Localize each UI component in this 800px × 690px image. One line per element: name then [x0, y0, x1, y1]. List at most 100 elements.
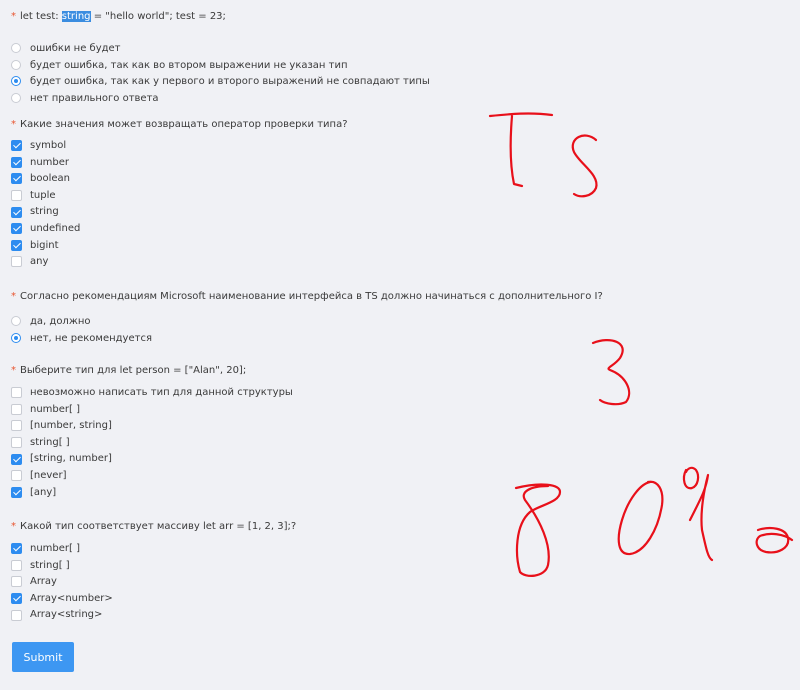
required-star: *: [11, 119, 16, 130]
option-label: да, должно: [30, 316, 91, 327]
checkbox-checked[interactable]: [11, 140, 22, 152]
checkbox[interactable]: [11, 190, 22, 202]
question-text: Какой тип соответствует массиву let arr …: [20, 521, 297, 532]
checkbox[interactable]: [11, 403, 22, 415]
q4-option-3[interactable]: [number, string]: [11, 418, 293, 435]
question-3: * Согласно рекомендациям Microsoft наимен…: [11, 289, 603, 347]
checkbox[interactable]: [11, 559, 22, 571]
radio-button[interactable]: [11, 93, 21, 104]
q1-option-2[interactable]: будет ошибка, так как во втором выражени…: [11, 58, 430, 75]
q2-option-3[interactable]: boolean: [11, 171, 348, 188]
checkbox-checked[interactable]: [11, 156, 22, 168]
question-1: * let test: string = "hello world"; test …: [11, 9, 430, 107]
question-4: * Выберите тип для let person = ["Alan", …: [11, 363, 293, 501]
radio-button[interactable]: [11, 316, 21, 327]
question-4-options: невозможно написать тип для данной струк…: [11, 385, 293, 501]
option-label: [any]: [30, 486, 57, 498]
option-label: undefined: [30, 222, 81, 234]
q2-option-2[interactable]: number: [11, 155, 348, 172]
question-2-options: symbol number boolean tuple string undef…: [11, 138, 348, 271]
q5-option-5[interactable]: Array<string>: [11, 607, 296, 624]
q3-option-1[interactable]: да, должно: [11, 314, 603, 331]
question-5-title: * Какой тип соответствует массиву let arr…: [11, 519, 296, 535]
option-label: string: [30, 206, 59, 218]
checkbox-checked[interactable]: [11, 486, 22, 498]
q1-option-1[interactable]: ошибки не будет: [11, 41, 430, 58]
option-label: string[ ]: [30, 559, 70, 571]
q2-option-7[interactable]: bigint: [11, 238, 348, 255]
handwriting-percent-slash: [688, 473, 714, 562]
question-3-title: * Согласно рекомендациям Microsoft наимен…: [11, 289, 603, 305]
q5-option-3[interactable]: Array: [11, 574, 296, 591]
question-1-title: * let test: string = "hello world"; test …: [11, 9, 430, 25]
handwriting-percent-dot-bottom: [755, 527, 794, 554]
option-label: [number, string]: [30, 420, 112, 432]
handwriting-percent-dot-top: [682, 466, 700, 490]
radio-button-selected[interactable]: [11, 332, 21, 343]
radio-button-selected[interactable]: [11, 76, 21, 87]
question-5-options: number[ ] string[ ] Array Array<number> …: [11, 541, 296, 624]
q2-option-5[interactable]: string: [11, 204, 348, 221]
q1-option-3[interactable]: будет ошибка, так как у первого и второг…: [11, 74, 430, 91]
required-star: *: [11, 11, 16, 22]
q5-option-1[interactable]: number[ ]: [11, 541, 296, 558]
option-label: будет ошибка, так как у первого и второг…: [30, 76, 430, 88]
question-4-title: * Выберите тип для let person = ["Alan", …: [11, 363, 293, 379]
option-label: Array: [30, 576, 57, 588]
checkbox-checked[interactable]: [11, 543, 22, 555]
radio-button[interactable]: [11, 59, 21, 70]
option-label: Array<string>: [30, 609, 103, 621]
option-label: boolean: [30, 173, 70, 185]
q4-option-7[interactable]: [any]: [11, 485, 293, 502]
handwriting-8-stroke: [514, 483, 562, 577]
question-1-prefix: let test:: [20, 11, 62, 22]
question-2-title: * Какие значения может возвращать операто…: [11, 117, 348, 133]
checkbox[interactable]: [11, 576, 22, 588]
q2-option-1[interactable]: symbol: [11, 138, 348, 155]
q2-option-6[interactable]: undefined: [11, 221, 348, 238]
checkbox[interactable]: [11, 437, 22, 449]
option-label: будет ошибка, так как во втором выражени…: [30, 59, 348, 71]
option-label: number: [30, 156, 70, 168]
option-label: невозможно написать тип для данной струк…: [30, 387, 293, 398]
checkbox[interactable]: [11, 256, 22, 268]
q4-option-4[interactable]: string[ ]: [11, 435, 293, 452]
question-text: Согласно рекомендациям Microsoft наимено…: [20, 291, 603, 302]
option-label: any: [30, 256, 49, 268]
q2-option-4[interactable]: tuple: [11, 188, 348, 205]
checkbox-checked[interactable]: [11, 593, 22, 605]
checkbox-checked[interactable]: [11, 239, 22, 251]
option-label: tuple: [30, 189, 56, 201]
q4-option-6[interactable]: [never]: [11, 468, 293, 485]
checkbox-checked[interactable]: [11, 206, 22, 218]
handwriting-3-stroke: [591, 339, 631, 406]
q4-option-1[interactable]: невозможно написать тип для данной струк…: [11, 385, 293, 402]
handwriting-s-stroke: [571, 134, 598, 198]
option-label: [never]: [30, 469, 67, 481]
q1-option-4[interactable]: нет правильного ответа: [11, 91, 430, 108]
checkbox[interactable]: [11, 420, 22, 432]
handwriting-0-stroke: [617, 480, 664, 556]
option-label: нет, не рекомендуется: [30, 332, 152, 344]
q4-option-5[interactable]: [string, number]: [11, 451, 293, 468]
checkbox-checked[interactable]: [11, 173, 22, 185]
checkbox[interactable]: [11, 470, 22, 482]
selected-text-highlight: string: [61, 11, 91, 22]
radio-button[interactable]: [11, 43, 21, 54]
checkbox-checked[interactable]: [11, 453, 22, 465]
checkbox-checked[interactable]: [11, 223, 22, 235]
q3-option-2[interactable]: нет, не рекомендуется: [11, 331, 603, 348]
q5-option-4[interactable]: Array<number>: [11, 591, 296, 608]
checkbox[interactable]: [11, 387, 22, 399]
required-star: *: [11, 291, 16, 302]
checkbox[interactable]: [11, 609, 22, 621]
submit-button[interactable]: Submit: [12, 642, 74, 672]
q5-option-2[interactable]: string[ ]: [11, 558, 296, 575]
required-star: *: [11, 521, 16, 532]
question-3-options: да, должно нет, не рекомендуется: [11, 314, 603, 347]
q4-option-2[interactable]: number[ ]: [11, 402, 293, 419]
option-label: number[ ]: [30, 543, 81, 554]
option-label: number[ ]: [30, 403, 81, 415]
option-label: ошибки не будет: [30, 43, 121, 54]
q2-option-8[interactable]: any: [11, 254, 348, 271]
